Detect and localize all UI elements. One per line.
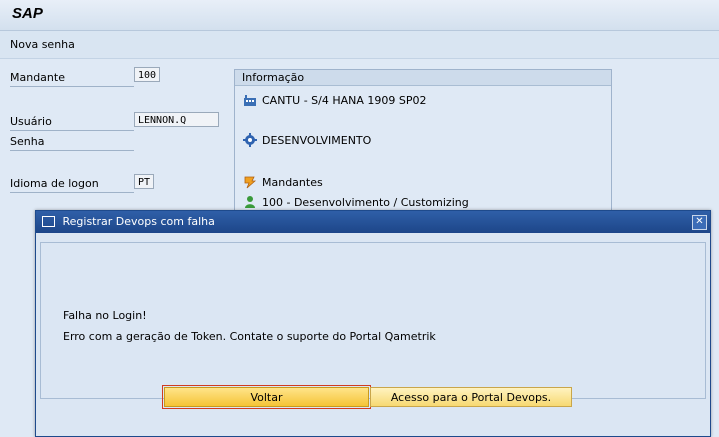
gear-icon	[243, 133, 257, 147]
clients-header-line: Mandantes	[243, 175, 323, 189]
dialog-title-bar: Registrar Devops com falha ✕	[36, 211, 710, 233]
error-dialog: Registrar Devops com falha ✕ Falha no Lo…	[35, 210, 711, 437]
user-label: Usuário	[10, 115, 134, 131]
error-message-title: Falha no Login!	[63, 309, 147, 322]
back-button[interactable]: Voltar	[162, 385, 371, 409]
client-entry-line: 100 - Desenvolvimento / Customizing	[243, 195, 469, 209]
error-message-detail: Erro com a geração de Token. Contate o s…	[63, 330, 436, 343]
language-field[interactable]: PT	[134, 174, 154, 189]
user-field[interactable]: LENNON.Q	[134, 112, 219, 127]
dialog-title: Registrar Devops com falha	[62, 215, 215, 228]
window-icon	[42, 215, 55, 227]
environment-name: DESENVOLVIMENTO	[262, 133, 372, 147]
password-label: Senha	[10, 135, 134, 151]
dialog-body: Falha no Login! Erro com a geração de To…	[40, 242, 706, 399]
information-title: Informação	[235, 70, 611, 86]
system-name: CANTU - S/4 HANA 1909 SP02	[262, 93, 427, 107]
clients-header: Mandantes	[262, 175, 323, 189]
client-label: Mandante	[10, 71, 134, 87]
devops-portal-button[interactable]: Acesso para o Portal Devops.	[370, 387, 572, 407]
factory-icon	[243, 93, 257, 107]
information-panel: Informação CANTU - S/4 HANA 1909 SP02 DE…	[234, 69, 612, 221]
environment-line: DESENVOLVIMENTO	[243, 133, 371, 147]
sap-title-bar: SAP	[0, 0, 719, 31]
sap-logo: SAP	[12, 5, 43, 22]
client-field[interactable]: 100	[134, 67, 160, 82]
system-line: CANTU - S/4 HANA 1909 SP02	[243, 93, 427, 107]
language-label: Idioma de logon	[10, 177, 134, 193]
clients-icon	[243, 175, 257, 189]
user-icon	[243, 195, 257, 209]
close-icon[interactable]: ✕	[692, 215, 707, 230]
screen-title-bar: Nova senha	[0, 31, 719, 59]
client-entry: 100 - Desenvolvimento / Customizing	[262, 195, 469, 209]
screen-title: Nova senha	[10, 38, 75, 51]
